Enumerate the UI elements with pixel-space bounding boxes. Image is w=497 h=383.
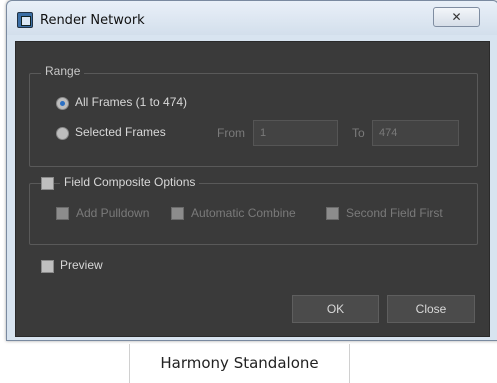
from-frame-input[interactable]: 1 (253, 120, 338, 146)
second-field-first-label[interactable]: Second Field First (346, 206, 443, 220)
title-bar[interactable]: Render Network ✕ (7, 1, 497, 35)
add-pulldown-label[interactable]: Add Pulldown (76, 206, 149, 220)
range-group-label: Range (41, 64, 85, 78)
preview-checkbox[interactable] (41, 260, 54, 273)
close-button[interactable]: Close (387, 295, 475, 323)
field-composite-checkbox[interactable] (41, 177, 54, 190)
second-field-first-checkbox[interactable] (326, 207, 339, 220)
app-icon (17, 12, 33, 28)
close-icon: ✕ (451, 10, 462, 24)
ok-button[interactable]: OK (292, 295, 379, 323)
field-composite-group: Field Composite Options Add Pulldown Aut… (29, 175, 478, 245)
dialog-title: Render Network (40, 13, 145, 28)
add-pulldown-checkbox[interactable] (56, 207, 69, 220)
range-group: Range All Frames (1 to 474) Selected Fra… (29, 64, 478, 167)
selected-frames-radio[interactable] (56, 127, 69, 140)
preview-label[interactable]: Preview (60, 258, 103, 272)
taskbar-item[interactable]: Harmony Standalone (129, 344, 350, 383)
automatic-combine-label[interactable]: Automatic Combine (191, 206, 296, 220)
to-frame-input[interactable]: 474 (372, 120, 459, 146)
field-composite-label[interactable]: Field Composite Options (60, 175, 200, 189)
dialog-body: Range All Frames (1 to 474) Selected Fra… (15, 41, 490, 337)
selected-frames-label[interactable]: Selected Frames (75, 125, 166, 139)
automatic-combine-checkbox[interactable] (171, 207, 184, 220)
to-label: To (352, 126, 365, 140)
from-label: From (217, 126, 245, 140)
render-network-dialog: Render Network ✕ Range All Frames (1 to … (6, 0, 497, 341)
close-window-button[interactable]: ✕ (433, 7, 480, 27)
all-frames-radio[interactable] (56, 97, 69, 110)
all-frames-label[interactable]: All Frames (1 to 474) (75, 95, 187, 109)
